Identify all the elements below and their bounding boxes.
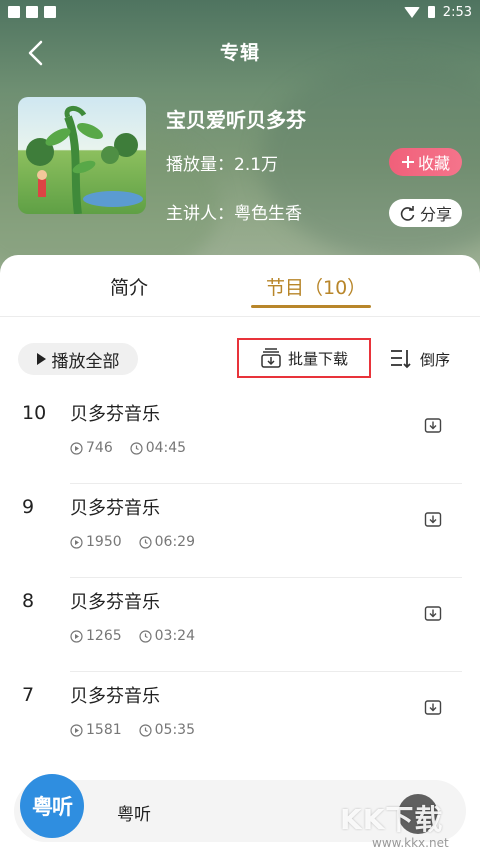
list-item[interactable]: 7 贝多芬音乐 1581 05:35	[0, 672, 480, 766]
batch-download-label: 批量下载	[287, 349, 348, 368]
list-item[interactable]: 8 贝多芬音乐 1265 03:24	[0, 578, 480, 672]
clock-icon	[139, 723, 152, 737]
batch-download-button[interactable]: 批量下载	[237, 338, 371, 378]
episode-title: 贝多芬音乐	[70, 592, 160, 613]
episode-number: 9	[22, 496, 35, 518]
divider	[0, 316, 480, 317]
tab-intro[interactable]: 简介	[110, 273, 148, 300]
share-button[interactable]: 分享	[389, 199, 462, 227]
content-sheet: 简介 节目（10） 播放全部 批量下载 倒序 10 贝多芬音乐 746 04:4…	[0, 255, 480, 855]
episode-number: 10	[22, 402, 47, 424]
episode-number: 8	[22, 590, 35, 612]
download-icon[interactable]	[424, 510, 442, 528]
album-cover[interactable]	[18, 97, 146, 214]
episode-plays: 1581	[86, 722, 122, 738]
episode-title: 贝多芬音乐	[70, 404, 160, 425]
episode-plays: 1950	[86, 534, 122, 550]
watermark-url: www.kkx.net	[372, 836, 449, 850]
active-tab-indicator	[251, 305, 371, 308]
tab-programs[interactable]: 节目（10）	[266, 273, 366, 300]
player-logo[interactable]: 粤听	[20, 774, 84, 838]
episode-plays: 746	[86, 440, 113, 456]
wifi-icon	[403, 6, 420, 18]
clock-icon	[139, 629, 152, 643]
episode-title: 贝多芬音乐	[70, 686, 160, 707]
episode-plays: 1265	[86, 628, 122, 644]
status-bar: 2:53	[0, 0, 480, 24]
battery-icon	[427, 6, 435, 18]
play-count-icon	[70, 535, 83, 549]
play-count-icon	[70, 441, 83, 455]
download-icon[interactable]	[424, 604, 442, 622]
play-count: 播放量：2.1万	[166, 155, 279, 175]
share-label: 分享	[419, 205, 452, 224]
page-title: 专辑	[219, 42, 260, 64]
list-item[interactable]: 9 贝多芬音乐 1950 06:29	[0, 484, 480, 578]
list-item[interactable]: 10 贝多芬音乐 746 04:45	[0, 390, 480, 484]
play-icon	[36, 353, 46, 365]
player-title: 粤听	[117, 805, 151, 825]
speaker-name: 主讲人：粤色生香	[166, 204, 302, 224]
play-count-icon	[70, 629, 83, 643]
notification-icon	[8, 6, 20, 18]
episode-duration: 06:29	[154, 534, 195, 550]
sort-button[interactable]: 倒序	[388, 344, 450, 374]
episode-duration: 05:35	[154, 722, 195, 738]
favorite-button[interactable]: 收藏	[389, 148, 462, 176]
episode-duration: 03:24	[154, 628, 195, 644]
notification-icon	[44, 6, 56, 18]
download-icon[interactable]	[424, 416, 442, 434]
status-time: 2:53	[442, 4, 472, 20]
plus-icon	[401, 156, 414, 168]
episode-number: 7	[22, 684, 35, 706]
clock-icon	[130, 441, 143, 455]
batch-download-icon	[261, 348, 281, 368]
share-icon	[400, 205, 415, 221]
episode-title: 贝多芬音乐	[70, 498, 160, 519]
download-icon[interactable]	[424, 698, 442, 716]
play-all-button[interactable]: 播放全部	[18, 343, 138, 375]
album-title: 宝贝爱听贝多芬	[166, 108, 306, 132]
play-count-icon	[70, 723, 83, 737]
notification-icon	[26, 6, 38, 18]
clock-icon	[139, 535, 152, 549]
play-all-label: 播放全部	[51, 351, 120, 372]
watermark: KK下载	[340, 803, 444, 836]
tab-bar: 简介 节目（10）	[0, 255, 480, 317]
episode-list: 10 贝多芬音乐 746 04:45 9 贝多芬音乐 1950 06:29 8 …	[0, 390, 480, 766]
sort-icon	[391, 350, 411, 369]
sort-label: 倒序	[420, 350, 451, 369]
favorite-label: 收藏	[417, 154, 450, 173]
episode-duration: 04:45	[145, 440, 187, 456]
